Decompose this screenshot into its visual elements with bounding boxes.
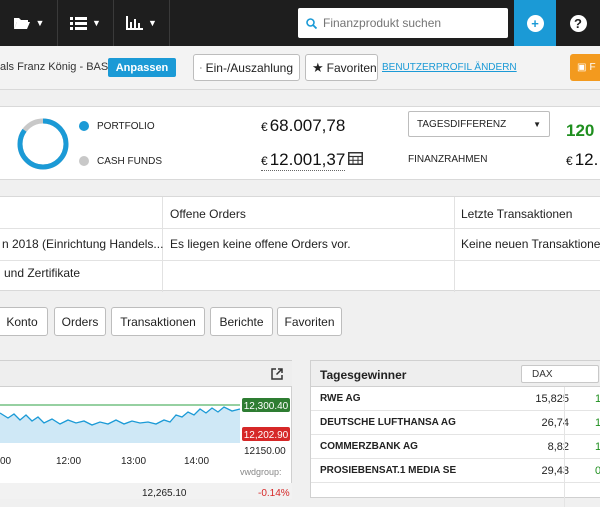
table-row[interactable]: DEUTSCHE LUFTHANSA AG 26,74 1 [311, 411, 600, 435]
day-difference-label: TAGESDIFFERENZ [417, 119, 506, 130]
day-difference-select[interactable]: TAGESDIFFERENZ ▼ [408, 111, 550, 137]
column-divider [564, 435, 565, 459]
deposit-withdraw-label: Ein-/Auszahlung [206, 61, 293, 75]
portfolio-donut-chart [17, 118, 69, 170]
favorites-button[interactable]: ★ Favoriten [305, 54, 378, 81]
intraday-chart: 12,300.40 12,202.90 12150.00 00 12:00 13… [0, 387, 292, 499]
external-link-icon[interactable] [271, 368, 283, 380]
index-select[interactable]: DAX [521, 365, 599, 383]
open-orders-header: Offene Orders [170, 207, 246, 221]
help-button[interactable]: ? [556, 0, 600, 46]
index-chart-panel: 12,300.40 12,202.90 12150.00 00 12:00 13… [0, 360, 292, 498]
table-row[interactable]: RWE AG 15,825 1 [311, 387, 600, 411]
time-tick: 13:00 [121, 456, 146, 467]
winners-title: Tagesgewinner [320, 368, 406, 382]
search-box[interactable] [298, 8, 508, 38]
calculator-icon[interactable] [348, 152, 363, 165]
tab-reports[interactable]: Berichte [210, 307, 273, 336]
plus-icon: + [527, 15, 544, 32]
money-icon [200, 63, 202, 73]
news-item[interactable]: und Zertifikate [4, 266, 80, 280]
tab-favorites[interactable]: Favoriten [277, 307, 342, 336]
user-account-text: als Franz König - BASIC [0, 61, 119, 73]
stock-price: 8,82 [548, 441, 569, 453]
day-difference-value: 120 [566, 121, 594, 141]
stock-name: RWE AG [320, 393, 361, 404]
tab-transactions[interactable]: Transaktionen [111, 307, 205, 336]
tab-orders[interactable]: Orders [54, 307, 106, 336]
star-icon: ★ [312, 60, 324, 76]
column-divider [564, 483, 565, 507]
chart-menu-button[interactable]: ▼ [114, 0, 170, 46]
row-divider [0, 260, 600, 261]
deposit-withdraw-button[interactable]: Ein-/Auszahlung [193, 54, 300, 81]
table-row[interactable]: PROSIEBENSAT.1 MEDIA SE 29,43 0 [311, 459, 600, 483]
stock-name: PROSIEBENSAT.1 MEDIA SE [320, 465, 456, 476]
credit-line-label: FINANZRAHMEN [408, 154, 487, 165]
stock-change: 0 [595, 465, 600, 477]
portfolio-legend-dot [79, 121, 89, 131]
tab-konto[interactable]: Konto [0, 307, 48, 336]
chevron-down-icon: ▼ [36, 18, 45, 28]
folder-icon [13, 16, 31, 30]
chevron-down-icon: ▼ [533, 120, 541, 129]
last-transactions-empty: Keine neuen Transaktionen. [461, 237, 600, 251]
question-icon: ? [570, 15, 587, 32]
orange-action-button[interactable]: ▣ F [570, 54, 600, 81]
portfolio-value: €68.007,78 [261, 116, 345, 136]
winners-header: Tagesgewinner DAX [311, 361, 600, 387]
data-source: vwdgroup: [240, 467, 282, 477]
list-menu-button[interactable]: ▼ [58, 0, 114, 46]
gift-icon: ▣ [577, 62, 586, 73]
overview-table: Offene Orders Letzte Transaktionen n 201… [0, 196, 600, 291]
stock-change: 1 [595, 441, 600, 453]
column-divider [564, 411, 565, 435]
stock-name: DEUTSCHE LUFTHANSA AG [320, 417, 456, 428]
portfolio-summary: PORTFOLIO €68.007,78 CASH FUNDS €12.001,… [0, 106, 600, 180]
table-row[interactable] [311, 483, 600, 507]
add-button[interactable]: + [514, 0, 556, 46]
top-navigation-bar: ▼ ▼ ▼ + ? [0, 0, 600, 46]
stock-change: 1 [595, 393, 600, 405]
stock-change: 1 [595, 417, 600, 429]
search-icon [306, 18, 317, 29]
adjust-button[interactable]: Anpassen [108, 58, 176, 77]
last-change: -0.14% [258, 488, 290, 499]
last-transactions-header: Letzte Transaktionen [461, 207, 572, 221]
bar-chart-icon [126, 16, 143, 30]
cash-legend-dot [79, 156, 89, 166]
column-divider [564, 387, 565, 411]
search-input[interactable] [323, 16, 503, 30]
axis-low-label: 12150.00 [244, 446, 286, 457]
portfolio-label: PORTFOLIO [97, 121, 155, 132]
last-value: 12,265.10 [142, 488, 187, 499]
news-item[interactable]: n 2018 (Einrichtung Handels... [2, 237, 163, 251]
cash-funds-label: CASH FUNDS [97, 156, 162, 167]
column-divider [454, 197, 455, 292]
lower-label: 12,202.90 [244, 430, 289, 441]
orange-action-label: F [589, 62, 595, 73]
favorites-label: Favoriten [327, 61, 377, 75]
stock-name: COMMERZBANK AG [320, 441, 418, 452]
table-row[interactable]: COMMERZBANK AG 8,82 1 [311, 435, 600, 459]
time-tick: 14:00 [184, 456, 209, 467]
open-orders-empty: Es liegen keine offene Orders vor. [170, 237, 351, 251]
credit-line-value: €12. [566, 150, 598, 170]
time-tick: 12:00 [56, 456, 81, 467]
cash-funds-value: €12.001,37 [261, 150, 345, 171]
chevron-down-icon: ▼ [92, 18, 101, 28]
folder-menu-button[interactable]: ▼ [0, 0, 58, 46]
user-bar: als Franz König - BASIC Anpassen Ein-/Au… [0, 46, 600, 90]
chart-panel-header [0, 361, 292, 387]
list-icon [70, 17, 87, 30]
change-profile-link[interactable]: BENUTZERPROFIL ÄNDERN [382, 62, 517, 73]
day-winners-panel: Tagesgewinner DAX RWE AG 15,825 1 DEUTSC… [310, 360, 600, 498]
upper-label: 12,300.40 [244, 401, 289, 412]
column-divider [564, 459, 565, 483]
time-tick: 00 [0, 456, 12, 467]
row-divider [0, 228, 600, 229]
chevron-down-icon: ▼ [148, 18, 157, 28]
